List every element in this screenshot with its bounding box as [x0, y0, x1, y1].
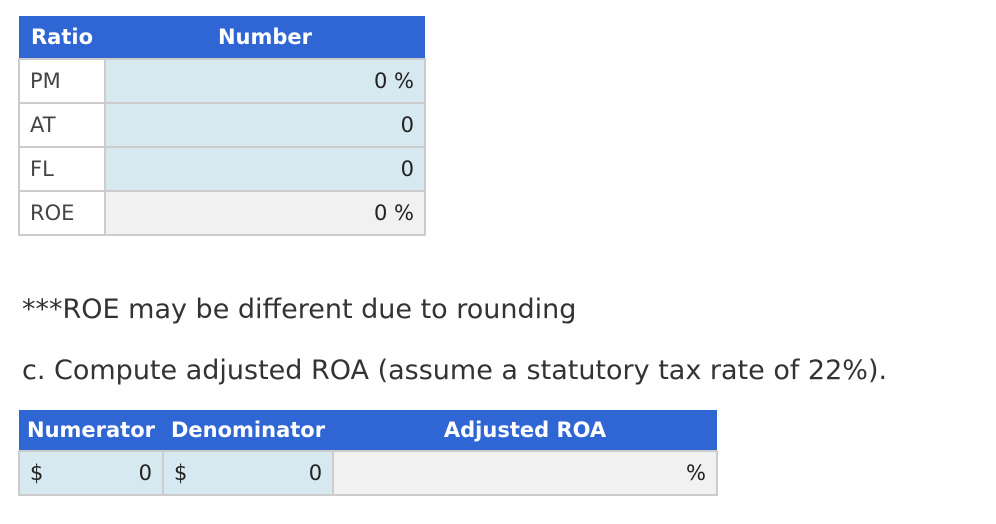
- denominator-input[interactable]: $ 0: [161, 450, 335, 496]
- adjusted-roa-output: %: [332, 450, 718, 496]
- roe-output: 0 %: [104, 190, 426, 236]
- table-row-at: AT 0: [17, 102, 426, 148]
- numerator-value: 0: [138, 461, 152, 485]
- table-row-pm: PM 0 %: [17, 58, 426, 104]
- ratio-table: Ratio Number PM 0 % AT 0 FL 0 ROE 0 %: [17, 16, 426, 236]
- table-row-fl: FL 0: [17, 146, 426, 192]
- table-row-roe: ROE 0 %: [17, 190, 426, 236]
- denominator-dollar-sign: $: [174, 461, 188, 485]
- denominator-value: 0: [308, 461, 323, 485]
- roa-table-row: $ 0 $ 0 %: [18, 450, 718, 496]
- row-label-fl: FL: [17, 146, 107, 192]
- numerator-input[interactable]: $ 0: [18, 450, 164, 496]
- row-label-at: AT: [17, 102, 107, 148]
- header-denominator: Denominator: [163, 410, 334, 451]
- row-label-roe: ROE: [17, 190, 107, 236]
- header-number: Number: [105, 16, 425, 59]
- question-c-text: c. Compute adjusted ROA (assume a statut…: [22, 355, 888, 386]
- ratio-table-header: Ratio Number: [19, 16, 425, 59]
- roa-table-header: Numerator Denominator Adjusted ROA: [19, 410, 717, 451]
- percent-sign: %: [686, 461, 706, 485]
- fl-input[interactable]: 0: [104, 146, 426, 192]
- header-ratio: Ratio: [19, 16, 106, 59]
- adjusted-roa-table: Numerator Denominator Adjusted ROA $ 0 $…: [18, 410, 718, 496]
- header-numerator: Numerator: [19, 410, 163, 451]
- at-input[interactable]: 0: [104, 102, 426, 148]
- header-adjusted-roa: Adjusted ROA: [333, 410, 717, 451]
- rounding-note: ***ROE may be different due to rounding: [22, 294, 577, 325]
- pm-input[interactable]: 0 %: [104, 58, 426, 104]
- numerator-dollar-sign: $: [30, 461, 44, 485]
- row-label-pm: PM: [17, 58, 107, 104]
